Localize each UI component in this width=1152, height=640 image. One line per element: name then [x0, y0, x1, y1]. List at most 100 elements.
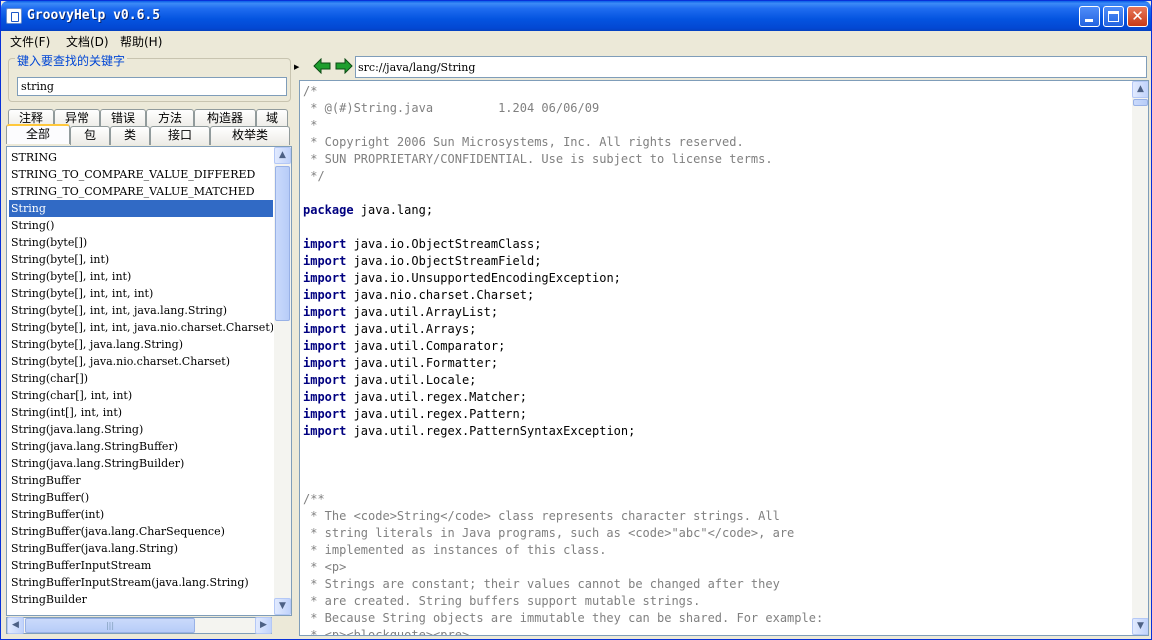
list-item[interactable]: StringBuffer(java.lang.String): [9, 540, 273, 557]
code-keyword: import: [303, 254, 347, 268]
scroll-thumb[interactable]: |||: [25, 618, 195, 633]
list-item[interactable]: String(byte[], int, int, java.nio.charse…: [9, 319, 273, 336]
code-text: java.util.regex.PatternSyntaxException;: [346, 424, 636, 438]
code-line: *: [303, 118, 318, 132]
code-text: java.util.Formatter;: [346, 356, 499, 370]
code-line: * Because String objects are immutable t…: [303, 611, 824, 625]
code-text: java.util.Locale;: [346, 373, 477, 387]
code-text: java.io.ObjectStreamClass;: [346, 237, 542, 251]
code-line: import java.util.Formatter;: [303, 355, 1129, 372]
address-input[interactable]: [355, 56, 1147, 78]
search-legend: 键入要查找的关键字: [15, 52, 128, 69]
code-keyword: import: [303, 424, 347, 438]
menu-help[interactable]: 帮助(H): [120, 33, 162, 50]
code-text: java.util.ArrayList;: [346, 305, 499, 319]
list-item[interactable]: String(java.lang.StringBuffer): [9, 438, 273, 455]
minimize-button[interactable]: [1079, 6, 1100, 27]
scroll-down-icon[interactable]: ▼: [1132, 618, 1148, 635]
tab-class[interactable]: 类: [110, 126, 150, 145]
code-line: import java.io.ObjectStreamClass;: [303, 236, 1129, 253]
list-item[interactable]: String(): [9, 217, 273, 234]
list-item[interactable]: STRING_TO_COMPARE_VALUE_DIFFERED: [9, 166, 273, 183]
scroll-up-icon[interactable]: ▲: [1132, 81, 1148, 98]
list-item[interactable]: StringBuffer(): [9, 489, 273, 506]
code-line: import java.nio.charset.Charset;: [303, 287, 1129, 304]
tab-package[interactable]: 包: [70, 126, 110, 145]
code-line: * @(#)String.java 1.204 06/06/09: [303, 101, 600, 115]
menu-bar: 文件(F) 文档(D) 帮助(H): [1, 31, 1151, 51]
list-item[interactable]: StringBuilder: [9, 591, 273, 608]
list-item[interactable]: STRING: [9, 149, 273, 166]
scroll-left-icon[interactable]: ◀: [7, 617, 24, 634]
code-line: import java.util.Comparator;: [303, 338, 1129, 355]
minimize-icon: [1085, 19, 1093, 22]
list-item[interactable]: String(byte[]): [9, 234, 273, 251]
code-line: * SUN PROPRIETARY/CONFIDENTIAL. Use is s…: [303, 152, 773, 166]
code-keyword: package: [303, 203, 354, 217]
code-keyword: import: [303, 356, 347, 370]
code-line: import java.util.regex.Matcher;: [303, 389, 1129, 406]
menu-doc[interactable]: 文档(D): [66, 33, 109, 50]
list-item[interactable]: String(int[], int, int): [9, 404, 273, 421]
forward-arrow-icon[interactable]: [335, 58, 353, 74]
code-keyword: import: [303, 373, 347, 387]
list-item[interactable]: STRING_TO_COMPARE_VALUE_MATCHED: [9, 183, 273, 200]
list-item[interactable]: String(byte[], int, int, java.lang.Strin…: [9, 302, 273, 319]
list-item[interactable]: StringBufferInputStream: [9, 557, 273, 574]
search-group: 键入要查找的关键字: [8, 52, 291, 102]
code-line: /**: [303, 492, 325, 506]
list-item[interactable]: StringBuffer: [9, 472, 273, 489]
code-line: import java.util.regex.Pattern;: [303, 406, 1129, 423]
code-keyword: import: [303, 322, 347, 336]
tab-interface[interactable]: 接口: [150, 126, 210, 145]
code-keyword: import: [303, 390, 347, 404]
list-item[interactable]: String(char[], int, int): [9, 387, 273, 404]
search-input[interactable]: [17, 77, 287, 96]
maximize-button[interactable]: [1103, 6, 1124, 27]
code-line: package java.lang;: [303, 202, 1129, 219]
list-item[interactable]: String(byte[], java.lang.String): [9, 336, 273, 353]
back-arrow-icon[interactable]: [313, 58, 331, 74]
menu-file[interactable]: 文件(F): [10, 33, 50, 50]
title-bar[interactable]: GroovyHelp v0.6.5 ✕: [1, 1, 1151, 31]
list-item[interactable]: StringBuffer(int): [9, 506, 273, 523]
code-text: java.util.Comparator;: [346, 339, 506, 353]
scroll-up-icon[interactable]: ▲: [274, 147, 291, 164]
list-item[interactable]: String(java.lang.StringBuilder): [9, 455, 273, 472]
list-item[interactable]: String: [9, 200, 273, 217]
scroll-down-icon[interactable]: ▼: [274, 598, 291, 615]
list-item[interactable]: String(char[]): [9, 370, 273, 387]
symbol-list-box: STRING STRING_TO_COMPARE_VALUE_DIFFERED ST…: [6, 146, 292, 616]
code-vertical-scrollbar[interactable]: ▲ ▼: [1132, 81, 1148, 635]
code-keyword: import: [303, 237, 347, 251]
list-item[interactable]: String(byte[], int, int): [9, 268, 273, 285]
list-vertical-scrollbar[interactable]: ▲ ▼: [274, 147, 291, 615]
list-item[interactable]: String(byte[], int): [9, 251, 273, 268]
scroll-thumb[interactable]: [275, 166, 290, 321]
list-item[interactable]: String(byte[], java.nio.charset.Charset): [9, 353, 273, 370]
list-item[interactable]: StringBufferInputStream(java.lang.String…: [9, 574, 273, 591]
window-title: GroovyHelp v0.6.5: [27, 8, 161, 23]
symbol-list[interactable]: STRING STRING_TO_COMPARE_VALUE_DIFFERED ST…: [9, 149, 273, 608]
list-item[interactable]: String(java.lang.String): [9, 421, 273, 438]
code-line: import java.io.ObjectStreamField;: [303, 253, 1129, 270]
app-window-icon[interactable]: [6, 8, 22, 24]
list-item[interactable]: StringBuffer(java.lang.CharSequence): [9, 523, 273, 540]
code-text: java.util.regex.Pattern;: [346, 407, 527, 421]
source-view-box: /* * @(#)String.java 1.204 06/06/09 * * …: [299, 80, 1149, 636]
scroll-thumb[interactable]: [1133, 99, 1148, 106]
tab-all[interactable]: 全部: [6, 124, 70, 144]
source-code-view[interactable]: /* * @(#)String.java 1.204 06/06/09 * * …: [303, 83, 1129, 635]
app-window: GroovyHelp v0.6.5 ✕ 文件(F) 文档(D) 帮助(H) 键入…: [0, 0, 1152, 640]
tab-enum[interactable]: 枚举类: [210, 126, 290, 145]
list-item[interactable]: String(byte[], int, int, int): [9, 285, 273, 302]
list-horizontal-scrollbar[interactable]: ◀ ||| ▶: [6, 617, 272, 634]
code-line: import java.util.Arrays;: [303, 321, 1129, 338]
scroll-right-icon[interactable]: ▶: [255, 617, 272, 634]
code-text: java.io.ObjectStreamField;: [346, 254, 542, 268]
close-button[interactable]: ✕: [1127, 6, 1148, 27]
